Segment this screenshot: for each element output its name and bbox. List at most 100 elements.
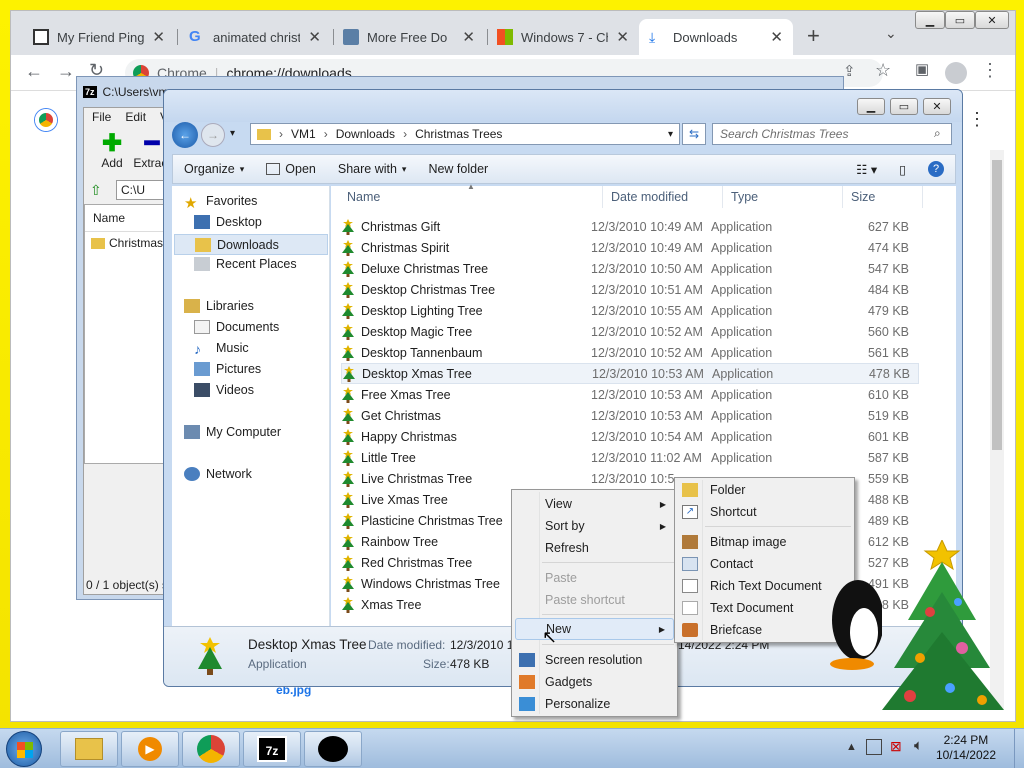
preview-pane-icon[interactable]: ▯	[888, 162, 917, 177]
tab-downloads[interactable]: ⤓ Downloads ✕	[639, 19, 793, 55]
file-row[interactable]: Get Christmas 12/3/2010 10:53 AM Applicati…	[341, 405, 919, 426]
file-row[interactable]: Desktop Tannenbaum 12/3/2010 10:52 AM Appl…	[341, 342, 919, 363]
file-row[interactable]: Happy Christmas 12/3/2010 10:54 AM Applica…	[341, 426, 919, 447]
explorer-address-bar[interactable]: › VM1 › Downloads › Christmas Trees ▾	[250, 123, 680, 145]
7zip-add-button[interactable]: ✚ Add	[92, 130, 132, 171]
close-tab-icon[interactable]: ✕	[152, 28, 165, 46]
recent-pages-chevron-icon[interactable]: ▾	[230, 128, 235, 139]
help-icon[interactable]: ?	[917, 161, 955, 177]
forward-icon[interactable]: →	[57, 61, 75, 82]
file-row[interactable]: Desktop Magic Tree 12/3/2010 10:52 AM Appl…	[341, 321, 919, 342]
taskbar-explorer[interactable]	[60, 731, 118, 767]
7zip-menu-file[interactable]: File	[92, 110, 111, 124]
breadcrumb-vm1[interactable]: VM1	[291, 127, 316, 141]
close-tab-icon[interactable]: ✕	[770, 28, 783, 46]
submenu-folder[interactable]: Folder	[678, 479, 851, 501]
menu-screen-resolution[interactable]: Screen resolution	[515, 649, 674, 671]
file-row[interactable]: Christmas Gift 12/3/2010 10:49 AM Applicat…	[341, 216, 919, 237]
nav-pictures[interactable]: Pictures	[194, 362, 261, 376]
breadcrumb-downloads[interactable]: Downloads	[336, 127, 395, 141]
explorer-close-button[interactable]: ✕	[923, 98, 951, 115]
explorer-back-button[interactable]: ←	[172, 122, 198, 148]
close-tab-icon[interactable]: ✕	[308, 28, 321, 46]
new-tab-button[interactable]: +	[807, 23, 820, 49]
col-header-date[interactable]: Date modified	[603, 186, 723, 208]
menu-gadgets[interactable]: Gadgets	[515, 671, 674, 693]
tab-windows7[interactable]: Windows 7 - Chr ✕	[487, 19, 639, 55]
taskbar-pingu[interactable]	[304, 731, 362, 767]
file-row[interactable]: Christmas Spirit 12/3/2010 10:49 AM Applic…	[341, 237, 919, 258]
7zip-col-name[interactable]: Name	[85, 205, 173, 232]
col-header-type[interactable]: Type	[723, 186, 843, 208]
taskbar-7zip[interactable]: 7z	[243, 731, 301, 767]
close-tab-icon[interactable]: ✕	[616, 28, 629, 46]
downloads-menu-icon[interactable]: ⋮	[968, 109, 986, 130]
tab-more-free-downloads[interactable]: More Free Do ✕	[333, 19, 485, 55]
nav-downloads[interactable]: Downloads	[174, 234, 328, 255]
maximize-button[interactable]: ▭	[945, 11, 975, 29]
refresh-icon[interactable]: ⇆	[682, 123, 706, 145]
menu-personalize[interactable]: Personalize	[515, 693, 674, 715]
volume-icon[interactable]: 🔈︎	[914, 737, 923, 754]
menu-new[interactable]: New ▶	[515, 618, 674, 640]
7zip-menu-edit[interactable]: Edit	[125, 110, 146, 124]
show-desktop-button[interactable]	[1014, 729, 1024, 768]
nav-recent-places[interactable]: Recent Places	[194, 257, 297, 271]
taskbar-media-player[interactable]: ▶	[121, 731, 179, 767]
network-status-icon[interactable]: ⊠	[890, 738, 902, 755]
file-row[interactable]: Desktop Christmas Tree 12/3/2010 10:51 AM…	[341, 279, 919, 300]
side-panel-icon[interactable]: ▣	[915, 60, 929, 78]
open-button[interactable]: Open	[255, 162, 327, 176]
organize-button[interactable]: Organize ▾	[173, 162, 255, 176]
plus-icon: ✚	[101, 130, 123, 157]
col-header-size[interactable]: Size	[843, 186, 923, 208]
menu-paste[interactable]: Paste	[515, 567, 674, 589]
profile-avatar-icon[interactable]	[945, 62, 967, 84]
7zip-list-item[interactable]: Christmas	[85, 232, 173, 254]
file-row[interactable]: Deluxe Christmas Tree 12/3/2010 10:50 AM A…	[341, 258, 919, 279]
menu-sort-by[interactable]: Sort by ▶	[515, 515, 674, 537]
file-row[interactable]: Desktop Xmas Tree 12/3/2010 10:53 AM Appli…	[341, 363, 919, 384]
submenu-shortcut[interactable]: ↗ Shortcut	[678, 501, 851, 523]
file-row[interactable]: Little Tree 12/3/2010 11:02 AM Application…	[341, 447, 919, 468]
menu-paste-shortcut[interactable]: Paste shortcut	[515, 589, 674, 611]
menu-view[interactable]: View ▶	[515, 493, 674, 515]
breadcrumb-christmas-trees[interactable]: Christmas Trees	[415, 127, 502, 141]
close-button[interactable]: ✕	[975, 11, 1009, 29]
nav-desktop[interactable]: Desktop	[194, 215, 262, 229]
menu-refresh[interactable]: Refresh	[515, 537, 674, 559]
show-hidden-icons[interactable]: ▲	[846, 741, 857, 753]
system-clock[interactable]: 2:24 PM 10/14/2022	[936, 733, 996, 763]
taskbar-chrome[interactable]	[182, 731, 240, 767]
explorer-search-input[interactable]: Search Christmas Trees	[712, 123, 952, 145]
close-tab-icon[interactable]: ✕	[462, 28, 475, 46]
menu-dots-icon[interactable]: ⋮	[981, 60, 999, 81]
back-icon[interactable]: ←	[25, 61, 43, 82]
tab-pingu[interactable]: My Friend Pingu ✕	[23, 19, 175, 55]
bookmark-star-icon[interactable]: ☆	[875, 60, 891, 81]
explorer-minimize-button[interactable]: ▁	[857, 98, 885, 115]
tab-search-chevron-icon[interactable]: ⌄	[885, 25, 897, 42]
nav-music[interactable]: ♪ Music	[194, 341, 249, 357]
file-row[interactable]: Desktop Lighting Tree 12/3/2010 10:55 AM A…	[341, 300, 919, 321]
share-with-button[interactable]: Share with ▾	[327, 162, 418, 176]
nav-my-computer[interactable]: My Computer	[184, 425, 281, 439]
nav-documents[interactable]: Documents	[194, 320, 279, 334]
explorer-maximize-button[interactable]: ▭	[890, 98, 918, 115]
nav-network[interactable]: Network	[184, 467, 252, 481]
tab-animated-christmas[interactable]: G animated christm ✕	[179, 19, 331, 55]
explorer-forward-button[interactable]: →	[201, 123, 225, 147]
share-icon[interactable]: ⇪	[843, 62, 856, 80]
minimize-button[interactable]: ▁	[915, 11, 945, 29]
view-options-icon[interactable]: ☷ ▾	[845, 162, 888, 177]
start-button[interactable]	[6, 731, 42, 767]
submenu-bitmap[interactable]: Bitmap image	[678, 531, 851, 553]
new-folder-button[interactable]: New folder	[417, 162, 499, 176]
nav-videos[interactable]: Videos	[194, 383, 254, 397]
action-center-icon[interactable]	[866, 739, 882, 755]
folder-up-icon[interactable]: ⇧	[90, 182, 102, 199]
address-dropdown-icon[interactable]: ▾	[668, 129, 673, 140]
file-row[interactable]: Free Xmas Tree 12/3/2010 10:53 AM Applicat…	[341, 384, 919, 405]
nav-libraries[interactable]: Libraries	[184, 299, 254, 313]
nav-favorites[interactable]: ★ Favorites	[184, 194, 257, 212]
